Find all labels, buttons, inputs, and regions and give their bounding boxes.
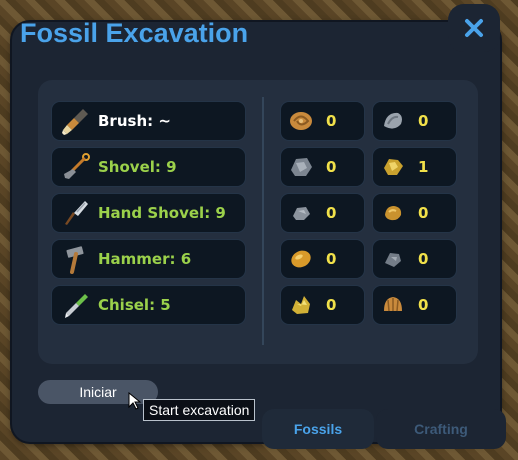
close-icon	[465, 19, 483, 37]
close-button[interactable]	[448, 4, 500, 52]
tab-fossils[interactable]: Fossils	[262, 409, 374, 449]
brush-icon	[58, 103, 94, 139]
chisel-icon	[58, 287, 94, 323]
gold-nugget-fossil-icon	[378, 198, 408, 228]
mouse-cursor-icon	[128, 392, 142, 410]
gray-stone-fossil-icon	[286, 198, 316, 228]
fossil-count: 0	[418, 296, 429, 314]
shovel-icon	[58, 149, 94, 185]
window-title: Fossil Excavation	[20, 18, 249, 48]
hand-shovel-icon	[58, 195, 94, 231]
gold-ore-fossil-icon	[378, 152, 408, 182]
fossil-slot[interactable]: 0	[372, 239, 457, 279]
tool-label: Brush: ~	[98, 112, 171, 130]
tool-hand-shovel[interactable]: Hand Shovel: 9	[51, 193, 246, 233]
hammer-icon	[58, 241, 94, 277]
fossil-slot[interactable]: 1	[372, 147, 457, 187]
fossil-slot[interactable]: 0	[372, 285, 457, 325]
fossil-count: 0	[326, 158, 337, 176]
fossil-count: 0	[418, 112, 429, 130]
tool-label: Chisel: 5	[98, 296, 171, 314]
tool-label: Shovel: 9	[98, 158, 177, 176]
tool-label: Hammer: 6	[98, 250, 192, 268]
tab-crafting[interactable]: Crafting	[376, 409, 506, 449]
amber-fossil-icon	[286, 244, 316, 274]
start-excavation-tooltip: Start excavation	[143, 399, 256, 421]
tool-chisel[interactable]: Chisel: 5	[51, 285, 246, 325]
shell-fossil-icon	[378, 290, 408, 320]
tool-hammer[interactable]: Hammer: 6	[51, 239, 246, 279]
tool-brush[interactable]: Brush: ~	[51, 101, 246, 141]
fossil-slot[interactable]: 0	[280, 193, 365, 233]
fossil-slot[interactable]: 0	[280, 239, 365, 279]
fossil-count: 0	[326, 204, 337, 222]
gold-crystal-fossil-icon	[286, 290, 316, 320]
ammonite-fossil-icon	[286, 106, 316, 136]
tool-shovel[interactable]: Shovel: 9	[51, 147, 246, 187]
tool-label: Hand Shovel: 9	[98, 204, 226, 222]
gray-pebble-fossil-icon	[378, 244, 408, 274]
fossil-count: 1	[418, 158, 429, 176]
fossil-slot[interactable]: 0	[280, 101, 365, 141]
fossil-slot[interactable]: 0	[280, 147, 365, 187]
fossil-count: 0	[326, 296, 337, 314]
panel-divider	[262, 97, 264, 345]
fossil-slot[interactable]: 0	[372, 193, 457, 233]
fossil-slot[interactable]: 0	[280, 285, 365, 325]
fossil-count: 0	[418, 204, 429, 222]
fossil-count: 0	[326, 250, 337, 268]
gray-rock-fossil-icon	[286, 152, 316, 182]
fossil-count: 0	[326, 112, 337, 130]
fossil-count: 0	[418, 250, 429, 268]
fossil-slot[interactable]: 0	[372, 101, 457, 141]
gray-shell-fossil-icon	[378, 106, 408, 136]
